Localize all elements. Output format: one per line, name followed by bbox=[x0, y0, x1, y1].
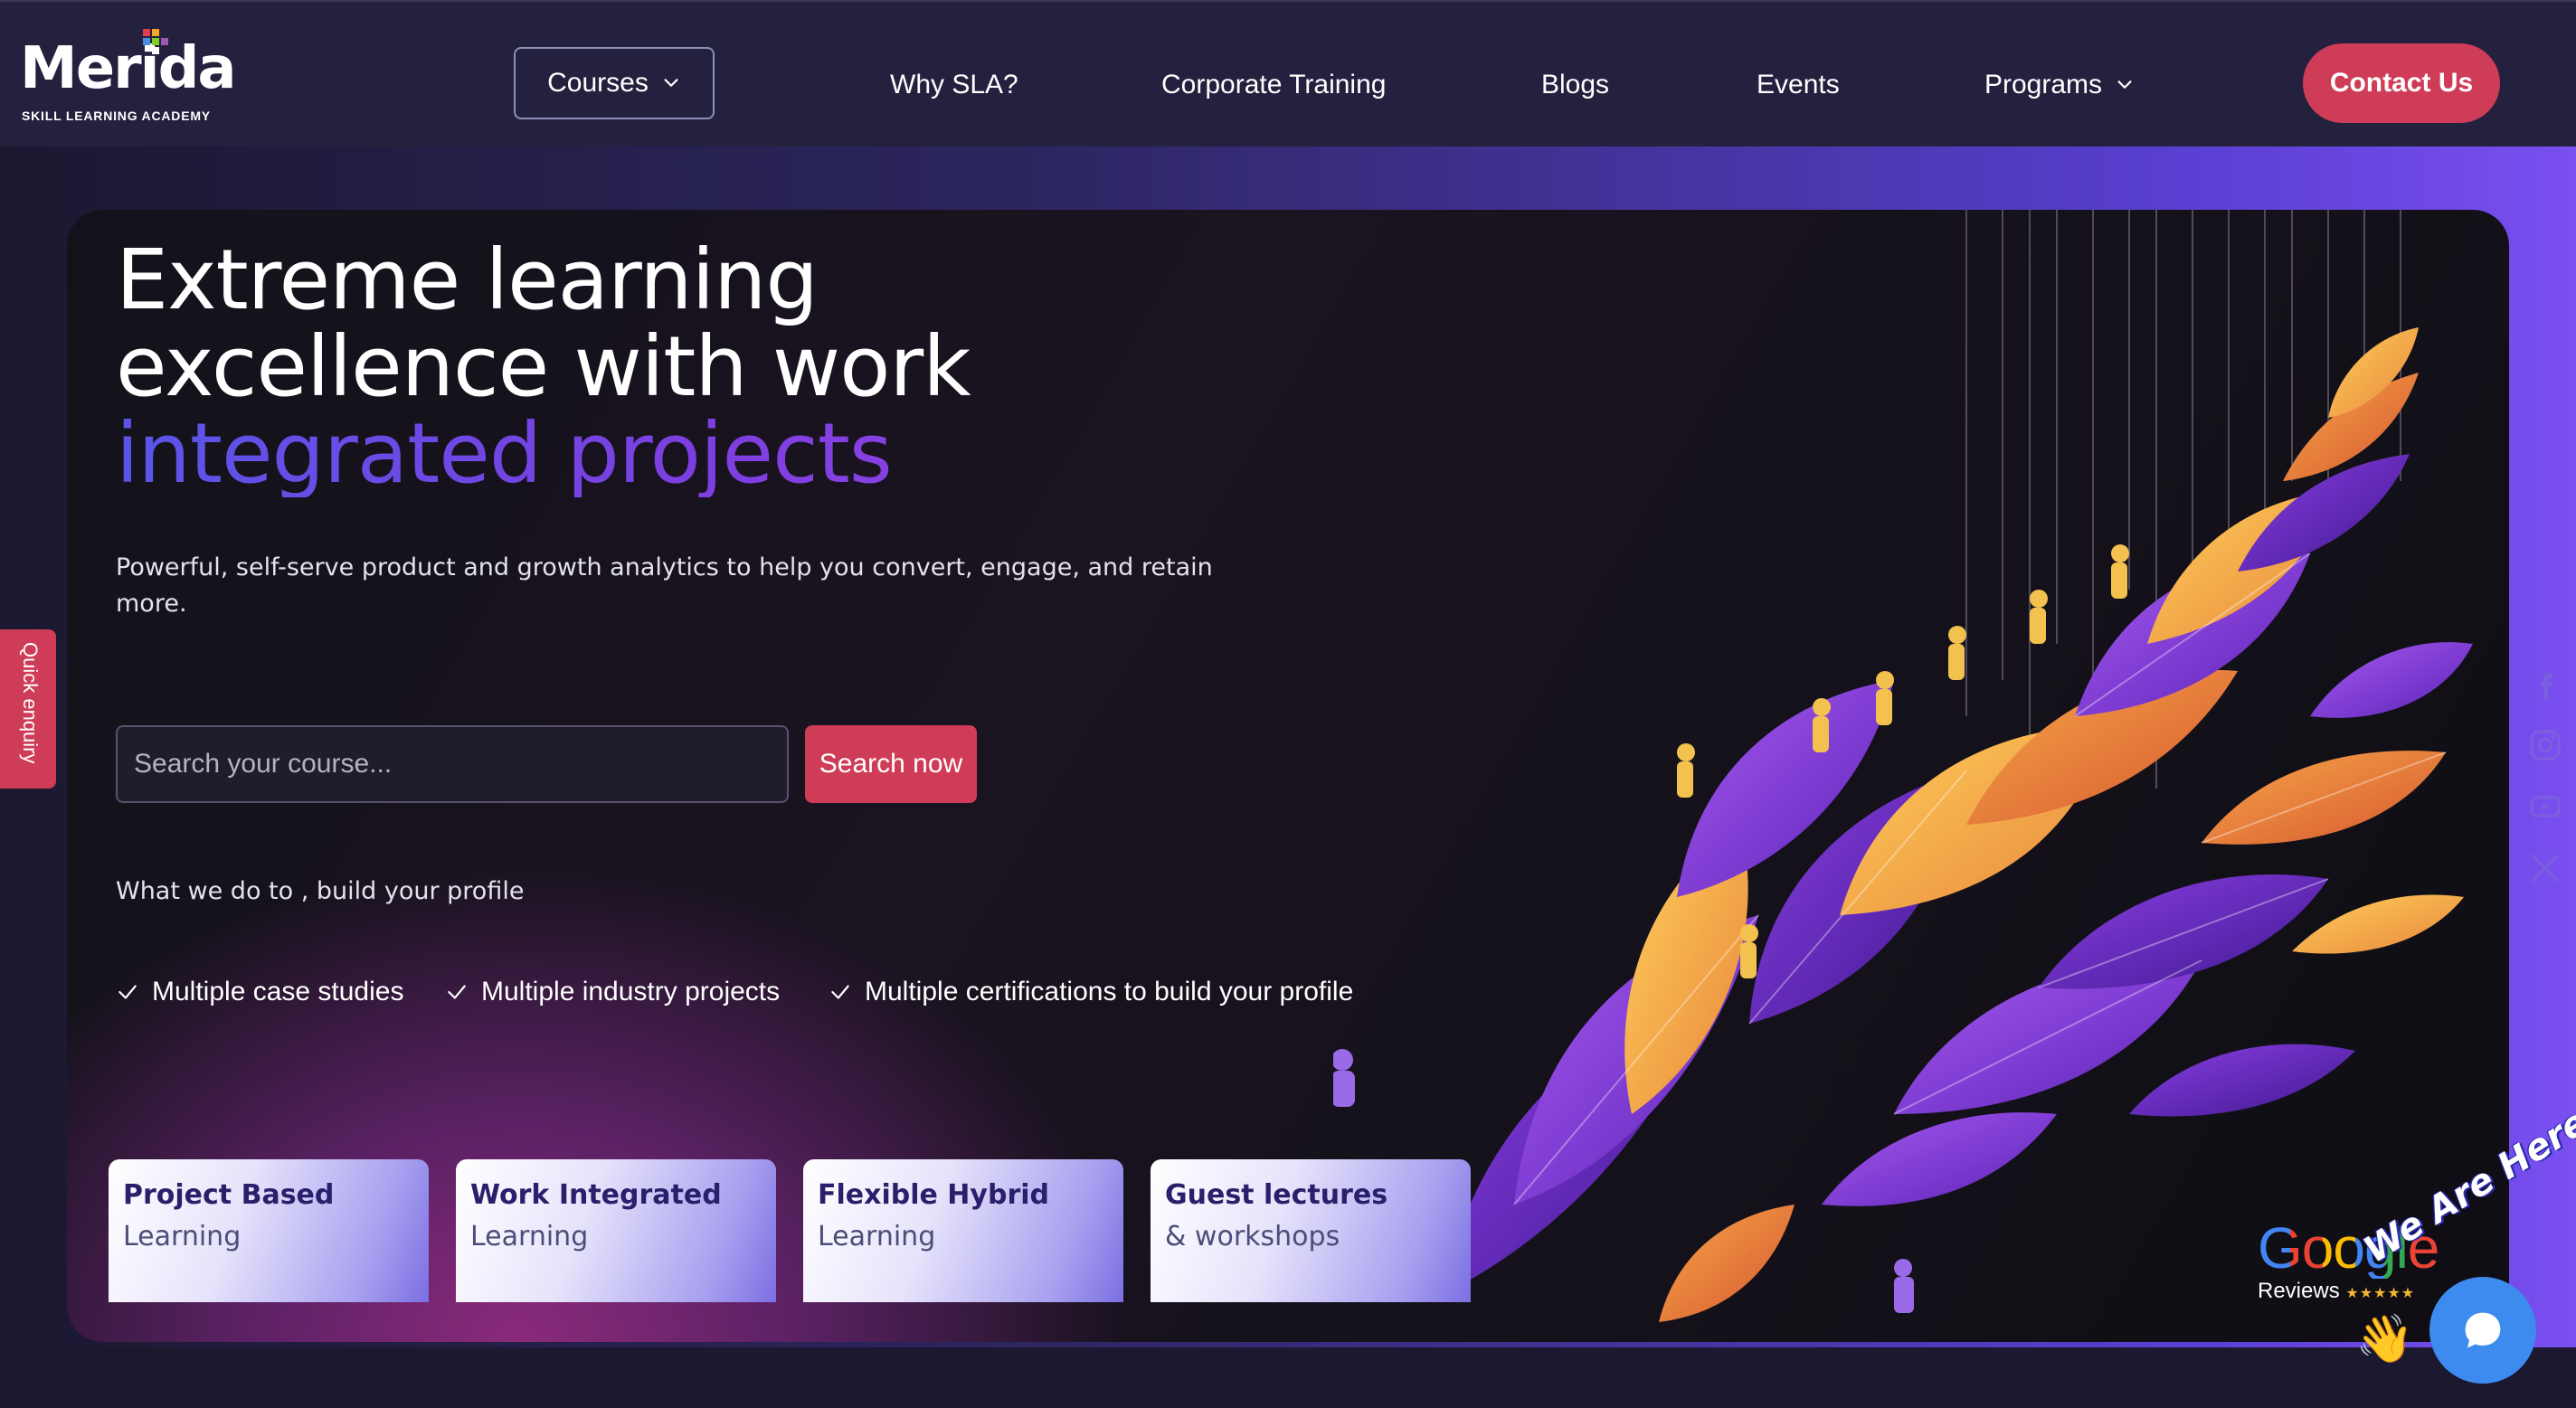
nav-courses-dropdown[interactable]: Courses bbox=[514, 47, 715, 119]
check-icon bbox=[831, 985, 849, 999]
benefit-label: Multiple industry projects bbox=[481, 977, 781, 1006]
feature-card-title: Work Integrated bbox=[470, 1179, 722, 1211]
logo-pixels-icon bbox=[139, 29, 168, 56]
check-icon bbox=[448, 985, 466, 999]
benefit-label: Multiple certifications to build your pr… bbox=[865, 977, 1354, 1006]
feature-card-project-based[interactable]: Project Based Learning bbox=[109, 1159, 429, 1302]
benefit-item: Multiple case studies bbox=[116, 977, 403, 1007]
feature-card-subtitle: Learning bbox=[123, 1221, 242, 1252]
hero-card: Extreme learning excellence with work in… bbox=[67, 210, 2509, 1342]
nav-blogs[interactable]: Blogs bbox=[1541, 65, 1609, 105]
feature-card-work-integrated[interactable]: Work Integrated Learning bbox=[456, 1159, 776, 1302]
search-now-button[interactable]: Search now bbox=[805, 725, 977, 803]
quick-enquiry-label: Quick enquiry bbox=[19, 642, 42, 764]
waving-hand-icon: 👋 bbox=[2355, 1312, 2414, 1366]
nav-events[interactable]: Events bbox=[1757, 65, 1840, 105]
chat-bubble-icon bbox=[2465, 1312, 2501, 1348]
feature-card-flexible-hybrid[interactable]: Flexible Hybrid Learning bbox=[803, 1159, 1123, 1302]
feature-card-title: Flexible Hybrid bbox=[818, 1179, 1049, 1211]
nav-programs-dropdown[interactable]: Programs bbox=[1984, 65, 2135, 105]
feature-card-subtitle: & workshops bbox=[1165, 1221, 1340, 1252]
x-icon[interactable] bbox=[2527, 850, 2563, 886]
benefit-item: Multiple certifications to build your pr… bbox=[829, 977, 1353, 1007]
hero-headline: Extreme learning excellence with work in… bbox=[116, 237, 1292, 497]
headline-line-2: excellence with work bbox=[116, 318, 971, 415]
what-we-do-text: What we do to , build your profile bbox=[116, 877, 525, 905]
brand-name: Merida bbox=[20, 35, 237, 102]
chat-button[interactable] bbox=[2429, 1277, 2536, 1384]
reviews-text: Reviews bbox=[2258, 1279, 2340, 1303]
feature-card-subtitle: Learning bbox=[470, 1221, 589, 1252]
nav-programs-label: Programs bbox=[1984, 70, 2103, 99]
feature-card-guest-lectures[interactable]: Guest lectures & workshops bbox=[1151, 1159, 1471, 1302]
google-reviews-label: Reviews ★★★★★ bbox=[2258, 1279, 2439, 1304]
benefit-item: Multiple industry projects bbox=[445, 977, 780, 1007]
headline-accent: integrated projects bbox=[116, 411, 1292, 497]
quick-enquiry-tab[interactable]: Quick enquiry bbox=[0, 629, 56, 789]
feature-card-title: Guest lectures bbox=[1165, 1179, 1388, 1211]
chevron-down-icon bbox=[664, 79, 678, 87]
nav-why-sla[interactable]: Why SLA? bbox=[890, 65, 1018, 105]
headline-line-1: Extreme learning bbox=[116, 232, 819, 328]
brand-logo[interactable]: Merida SKILL LEARNING ACADEMY bbox=[20, 29, 237, 123]
hero-subtext: Powerful, self-serve product and growth … bbox=[116, 553, 1213, 618]
benefit-label: Multiple case studies bbox=[152, 977, 404, 1006]
youtube-icon[interactable] bbox=[2527, 789, 2563, 825]
nav-corporate-training[interactable]: Corporate Training bbox=[1161, 65, 1386, 105]
brand-tagline: SKILL LEARNING ACADEMY bbox=[22, 109, 211, 123]
facebook-icon[interactable] bbox=[2527, 667, 2563, 704]
chevron-down-icon bbox=[2117, 80, 2132, 89]
page: Merida SKILL LEARNING ACADEMY Courses Wh… bbox=[0, 0, 2576, 1408]
rating-stars: ★★★★★ bbox=[2345, 1286, 2416, 1301]
site-header: Merida SKILL LEARNING ACADEMY Courses Wh… bbox=[0, 0, 2576, 146]
instagram-icon[interactable] bbox=[2527, 727, 2563, 763]
hero-illustration bbox=[1333, 210, 2473, 1322]
page-footer-strip bbox=[0, 1347, 2576, 1408]
contact-us-button[interactable]: Contact Us bbox=[2303, 43, 2500, 123]
course-search-input[interactable] bbox=[116, 725, 789, 803]
feature-card-title: Project Based bbox=[123, 1179, 335, 1211]
nav-courses-label: Courses bbox=[547, 68, 649, 98]
check-icon bbox=[118, 985, 137, 999]
feature-card-subtitle: Learning bbox=[818, 1221, 936, 1252]
